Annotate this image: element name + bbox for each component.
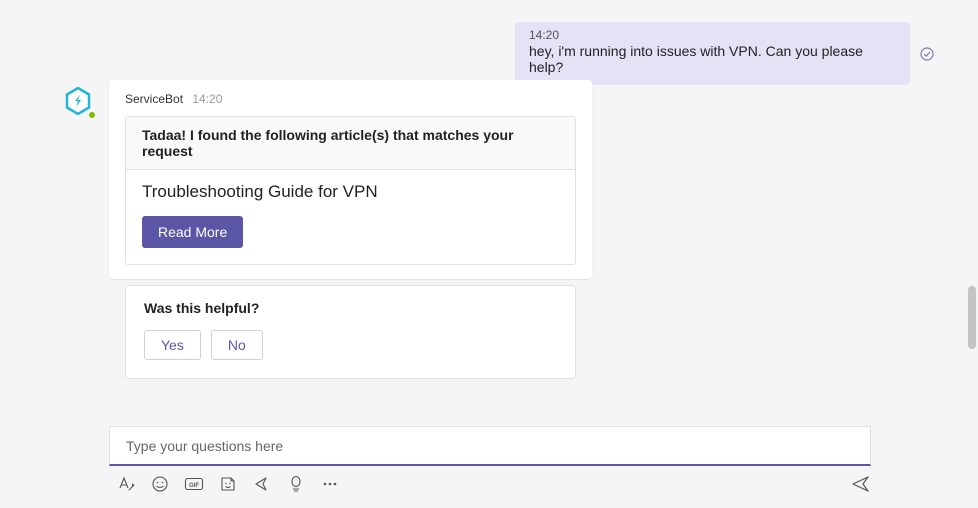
presence-available-icon	[87, 110, 97, 120]
approval-icon[interactable]	[286, 474, 306, 494]
svg-text:GIF: GIF	[189, 483, 199, 489]
feedback-buttons: Yes No	[144, 330, 557, 360]
article-card-body: Troubleshooting Guide for VPN Read More	[126, 170, 575, 264]
bot-message-time: 14:20	[192, 92, 222, 106]
feedback-no-button[interactable]: No	[211, 330, 263, 360]
bot-message-header: ServiceBot 14:20	[109, 80, 592, 112]
article-card-header: Tadaa! I found the following article(s) …	[126, 117, 575, 170]
bot-avatar[interactable]	[64, 87, 96, 119]
feedback-card: Was this helpful? Yes No	[125, 285, 576, 379]
user-message-text: hey, i'm running into issues with VPN. C…	[529, 43, 896, 75]
gif-icon[interactable]: GIF	[184, 474, 204, 494]
scrollbar-thumb[interactable]	[968, 286, 976, 349]
priority-icon[interactable]	[252, 474, 272, 494]
feedback-question: Was this helpful?	[144, 300, 557, 316]
read-receipt-icon	[920, 47, 934, 61]
scrollbar-track[interactable]	[966, 0, 976, 508]
sticker-icon[interactable]	[218, 474, 238, 494]
bot-name: ServiceBot	[125, 92, 183, 106]
user-message-row: 14:20 hey, i'm running into issues with …	[515, 22, 934, 85]
compose-toolbar: GIF	[116, 470, 871, 498]
chat-area: 14:20 hey, i'm running into issues with …	[0, 0, 964, 420]
feedback-yes-button[interactable]: Yes	[144, 330, 201, 360]
format-icon[interactable]	[116, 474, 136, 494]
bot-message-card: ServiceBot 14:20 Tadaa! I found the foll…	[109, 80, 592, 279]
compose-box[interactable]	[109, 426, 871, 466]
article-title: Troubleshooting Guide for VPN	[142, 182, 559, 202]
read-more-button[interactable]: Read More	[142, 216, 243, 248]
article-card: Tadaa! I found the following article(s) …	[125, 116, 576, 265]
emoji-icon[interactable]	[150, 474, 170, 494]
user-message-bubble[interactable]: 14:20 hey, i'm running into issues with …	[515, 22, 910, 85]
more-icon[interactable]	[320, 474, 340, 494]
user-message-time: 14:20	[529, 28, 896, 42]
send-icon[interactable]	[851, 474, 871, 494]
compose-input[interactable]	[124, 437, 856, 455]
